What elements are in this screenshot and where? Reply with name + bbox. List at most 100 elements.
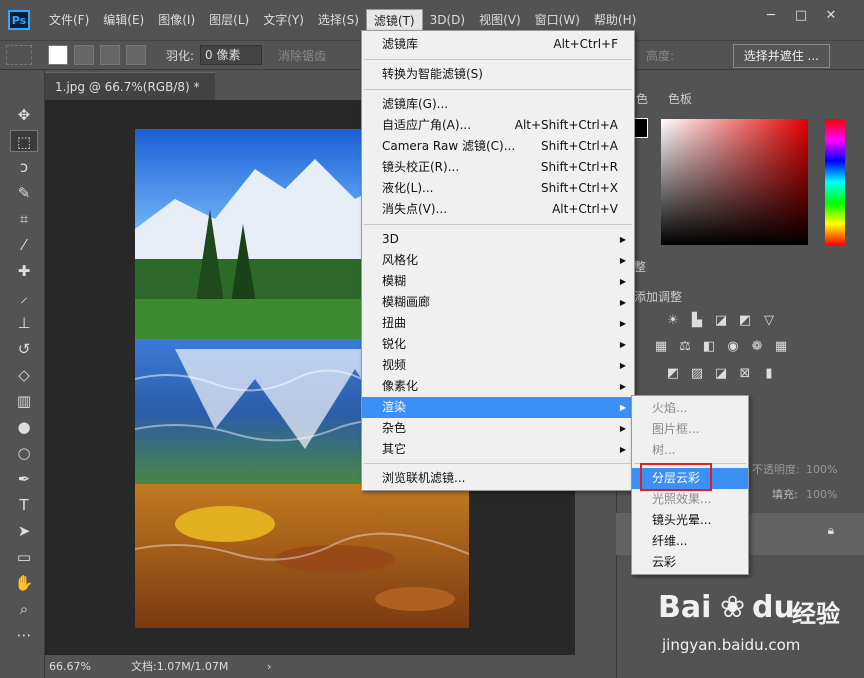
gradient-tool-icon[interactable]: ▥ — [10, 390, 38, 412]
render-flame[interactable]: 火焰... — [632, 398, 748, 419]
browse-filters-online[interactable]: 浏览联机滤镜... — [362, 468, 634, 489]
color-lookup-icon[interactable]: ▦ — [772, 338, 790, 356]
filter-other[interactable]: 其它 ▶ — [362, 439, 634, 460]
invert-icon[interactable]: ◩ — [664, 365, 682, 383]
camera-raw-filter[interactable]: Camera Raw 滤镜(C)... Shift+Ctrl+A — [362, 136, 634, 157]
stamp-tool-icon[interactable]: ⊥ — [10, 312, 38, 334]
filter-gallery-last[interactable]: 滤镜库 Alt+Ctrl+F — [362, 34, 634, 55]
healing-tool-icon[interactable]: ✚ — [10, 260, 38, 282]
hand-tool-icon[interactable]: ✋ — [10, 572, 38, 594]
menu-file[interactable]: 文件(F) — [42, 9, 96, 31]
liquify[interactable]: 液化(L)... Shift+Ctrl+X — [362, 178, 634, 199]
color-balance-icon[interactable]: ⚖ — [676, 338, 694, 356]
filter-distort[interactable]: 扭曲 ▶ — [362, 313, 634, 334]
filter-noise[interactable]: 杂色 ▶ — [362, 418, 634, 439]
paw-icon: ❀ — [720, 590, 746, 625]
dodge-tool-icon[interactable]: ○ — [10, 442, 38, 464]
filter-sharpen[interactable]: 锐化 ▶ — [362, 334, 634, 355]
render-picture-frame[interactable]: 图片框... — [632, 419, 748, 440]
zoom-tool-icon[interactable]: ⌕ — [10, 598, 38, 620]
vanishing-point[interactable]: 消失点(V)... Alt+Ctrl+V — [362, 199, 634, 220]
hue-slider[interactable] — [825, 119, 845, 245]
adjustments-tab[interactable]: 整 — [634, 255, 646, 279]
menu-edit[interactable]: 编辑(E) — [96, 9, 151, 31]
more-tools-icon[interactable]: ⋯ — [10, 624, 38, 646]
lens-correction[interactable]: 镜头校正(R)... Shift+Ctrl+R — [362, 157, 634, 178]
blur-tool-icon[interactable]: ● — [10, 416, 38, 438]
zoom-level[interactable]: 66.67% — [49, 655, 91, 678]
filter-render[interactable]: 渲染 ▶ — [362, 397, 634, 418]
brush-tool-icon[interactable]: ⸝ — [10, 286, 38, 308]
add-selection-icon[interactable] — [74, 45, 94, 65]
color-tab[interactable]: 色 — [636, 87, 648, 111]
menu-image[interactable]: 图像(I) — [151, 9, 202, 31]
fill-value[interactable]: 100% — [806, 483, 837, 507]
exposure-icon[interactable]: ◩ — [736, 312, 754, 330]
menu-select[interactable]: 选择(S) — [311, 9, 366, 31]
filter-blur[interactable]: 模糊 ▶ — [362, 271, 634, 292]
filter-gallery[interactable]: 滤镜库(G)... — [362, 94, 634, 115]
brightness-icon[interactable]: ☀ — [664, 312, 682, 330]
selective-color-icon[interactable]: ⊠ — [736, 365, 754, 383]
menu-help[interactable]: 帮助(H) — [587, 9, 643, 31]
render-lighting-effects[interactable]: 光照效果... — [632, 489, 748, 510]
quick-select-tool-icon[interactable]: ✎ — [10, 182, 38, 204]
filter-blur-gallery[interactable]: 模糊画廊 ▶ — [362, 292, 634, 313]
vibrance-icon[interactable]: ▽ — [760, 312, 778, 330]
eraser-tool-icon[interactable]: ◇ — [10, 364, 38, 386]
select-and-mask-button[interactable]: 选择并遮住 ... — [732, 44, 830, 68]
levels-icon[interactable]: ▙ — [688, 312, 706, 330]
gradient-map-icon[interactable]: ▮ — [760, 365, 778, 383]
adaptive-wide-angle[interactable]: 自适应广角(A)... Alt+Shift+Ctrl+A — [362, 115, 634, 136]
path-select-tool-icon[interactable]: ➤ — [10, 520, 38, 542]
subtract-selection-icon[interactable] — [100, 45, 120, 65]
menu-3d[interactable]: 3D(D) — [423, 9, 472, 31]
feather-input[interactable]: 0 像素 — [200, 45, 263, 65]
color-picker-field[interactable] — [661, 119, 808, 245]
opacity-label: 不透明度: — [752, 463, 800, 476]
close-window-button[interactable]: ✕ — [816, 6, 846, 26]
filter-3d[interactable]: 3D ▶ — [362, 229, 634, 250]
marquee-tool-icon[interactable]: ⬚ — [10, 130, 38, 152]
threshold-icon[interactable]: ◪ — [712, 365, 730, 383]
menu-type[interactable]: 文字(Y) — [256, 9, 311, 31]
posterize-icon[interactable]: ▨ — [688, 365, 706, 383]
channel-mixer-icon[interactable]: ❁ — [748, 338, 766, 356]
adjustment-row-2: ▦ ⚖ ◧ ◉ ❁ ▦ — [652, 338, 790, 356]
minimize-button[interactable]: ─ — [756, 6, 786, 26]
shape-tool-icon[interactable]: ▭ — [10, 546, 38, 568]
filter-video[interactable]: 视频 ▶ — [362, 355, 634, 376]
type-tool-icon[interactable]: T — [10, 494, 38, 516]
render-clouds[interactable]: 云彩 — [632, 552, 748, 573]
menu-window[interactable]: 窗口(W) — [528, 9, 587, 31]
document-tab[interactable]: 1.jpg @ 66.7%(RGB/8) * × — [45, 72, 215, 122]
render-lens-flare[interactable]: 镜头光晕... — [632, 510, 748, 531]
photo-filter-icon[interactable]: ◉ — [724, 338, 742, 356]
history-brush-icon[interactable]: ↺ — [10, 338, 38, 360]
watermark-url: jingyan.baidu.com — [662, 636, 801, 654]
new-selection-icon[interactable] — [48, 45, 68, 65]
hue-saturation-icon[interactable]: ▦ — [652, 338, 670, 356]
move-tool-icon[interactable]: ✥ — [10, 104, 38, 126]
black-white-icon[interactable]: ◧ — [700, 338, 718, 356]
convert-smart-filters[interactable]: 转换为智能滤镜(S) — [362, 64, 634, 85]
pen-tool-icon[interactable]: ✒ — [10, 468, 38, 490]
status-menu-arrow[interactable]: › — [267, 655, 271, 678]
menu-filter[interactable]: 滤镜(T) — [365, 9, 423, 31]
filter-stylize[interactable]: 风格化 ▶ — [362, 250, 634, 271]
curves-icon[interactable]: ◪ — [712, 312, 730, 330]
maximize-button[interactable]: □ — [786, 6, 816, 26]
crop-tool-icon[interactable]: ⌗ — [10, 208, 38, 230]
render-tree[interactable]: 树... — [632, 440, 748, 461]
menu-layer[interactable]: 图层(L) — [202, 9, 256, 31]
opacity-value[interactable]: 100% — [806, 458, 837, 482]
intersect-selection-icon[interactable] — [126, 45, 146, 65]
lasso-tool-icon[interactable]: ↄ — [10, 156, 38, 178]
adjustment-row-1: ☀ ▙ ◪ ◩ ▽ — [664, 312, 778, 330]
menu-view[interactable]: 视图(V) — [472, 9, 528, 31]
eyedropper-tool-icon[interactable]: ⁄ — [10, 234, 38, 256]
filter-pixelate[interactable]: 像素化 ▶ — [362, 376, 634, 397]
render-fibers[interactable]: 纤维... — [632, 531, 748, 552]
marquee-preset-icon[interactable] — [6, 45, 32, 65]
swatches-tab[interactable]: 色板 — [668, 87, 692, 111]
